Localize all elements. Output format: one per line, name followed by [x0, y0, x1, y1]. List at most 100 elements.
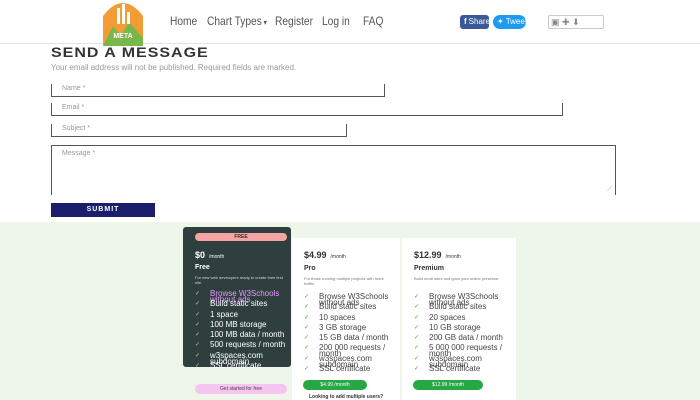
plan-name: Premium	[414, 265, 444, 272]
message-placeholder: Message *	[62, 150, 96, 157]
plan-description: Build more sites and grow your online pr…	[414, 276, 500, 281]
feature-label: SSL certificate	[319, 364, 371, 374]
twitter-icon: ✦	[497, 17, 504, 26]
check-icon: ✓	[195, 363, 201, 370]
logo-text: META	[113, 33, 132, 40]
check-icon: ✓	[414, 314, 420, 321]
form-note: Your email address will not be published…	[51, 63, 297, 72]
check-icon: ✓	[414, 355, 420, 362]
price-value: $4.99	[304, 250, 327, 260]
check-icon: ✓	[304, 294, 310, 300]
check-icon: ✓	[195, 342, 201, 349]
nav-faq[interactable]: FAQ	[363, 14, 383, 28]
email-placeholder: Email *	[62, 104, 85, 111]
feature-label: SSL certificate	[429, 364, 481, 374]
chevron-down-icon: ▾	[263, 18, 267, 27]
plan-description: For new web developers ready to create t…	[195, 275, 283, 285]
get-started-free-button[interactable]: Get started for free	[195, 384, 287, 394]
check-icon: ✓	[304, 366, 310, 373]
nav-home[interactable]: Home	[170, 14, 197, 28]
submit-button[interactable]: SUBMIT	[51, 203, 155, 217]
downvote-icon[interactable]: ⬇	[570, 17, 580, 27]
plan-description: For those running multiple projects with…	[304, 276, 384, 286]
check-icon: ✓	[195, 291, 201, 297]
name-placeholder: Name *	[62, 85, 86, 92]
feature-list: ✓ Browse W3Schools without ads ✓ Build sta…	[195, 290, 295, 373]
pro-plan-button[interactable]: $4.99 /month	[303, 380, 367, 390]
vote-widget[interactable]: ▣ ✚ ⬇	[548, 15, 604, 29]
feature-label: 100 MB storage	[210, 319, 267, 329]
facebook-share-button[interactable]: f Share	[460, 15, 491, 29]
nav-login[interactable]: Log in	[322, 14, 350, 28]
check-icon: ✓	[414, 294, 420, 300]
plan-price: $0/month	[195, 250, 224, 260]
resize-handle-icon[interactable]: ⟋	[607, 186, 612, 194]
check-icon: ✓	[414, 335, 420, 342]
nav-chart-types[interactable]: Chart Types ▾	[207, 14, 267, 28]
check-icon: ✓	[304, 335, 310, 342]
feature-label: SSL certificate	[210, 361, 262, 371]
feature-label: 1 space	[210, 309, 239, 319]
feature-label: 10 GB storage	[429, 322, 481, 332]
name-field[interactable]: Name *	[51, 84, 385, 97]
check-icon: ✓	[414, 366, 420, 373]
check-icon: ✓	[195, 311, 201, 318]
nav-chart-types-label: Chart Types	[207, 14, 262, 28]
facebook-share-label: Share	[468, 17, 491, 26]
check-icon: ✓	[195, 352, 201, 359]
feature-label: 10 spaces	[319, 312, 356, 322]
upvote-icon[interactable]: ✚	[560, 17, 570, 27]
vote-counter-icon: ▣	[551, 17, 560, 27]
plan-badge: FREE	[195, 233, 287, 241]
feature-item: ✓ SSL certificate	[195, 361, 295, 373]
tweet-button[interactable]: ✦ Tweet	[493, 15, 528, 29]
feature-list: ✓ Browse W3Schools without ads ✓ Build sta…	[414, 293, 514, 376]
plan-price: $4.99/month	[304, 250, 346, 260]
feature-label: 15 GB data / month	[319, 333, 389, 343]
subject-field[interactable]: Subject *	[51, 124, 347, 137]
price-value: $12.99	[414, 250, 442, 260]
plan-card-premium: $12.99/month Premium Build more sites an…	[402, 238, 516, 400]
premium-plan-button[interactable]: $12.99 /month	[413, 380, 483, 390]
plan-card-pro: $4.99/month Pro For those running multip…	[292, 238, 400, 400]
feature-item: ✓ SSL certificate	[304, 364, 404, 376]
check-icon: ✓	[304, 324, 310, 331]
check-icon: ✓	[195, 332, 201, 339]
price-period: /month	[330, 254, 346, 260]
feature-label: 20 spaces	[429, 312, 466, 322]
feature-item: ✓ SSL certificate	[414, 364, 514, 376]
meta-logo[interactable]: META	[97, 0, 149, 46]
feature-label: 500 requests / month	[210, 340, 286, 350]
plan-name: Free	[195, 264, 210, 271]
check-icon: ✓	[304, 304, 310, 311]
check-icon: ✓	[414, 345, 420, 352]
plan-name: Pro	[304, 265, 316, 272]
multiple-users-link[interactable]: Looking to add multiple users?	[309, 394, 383, 400]
feature-label: 200 GB data / month	[429, 333, 503, 343]
feature-label: 3 GB storage	[319, 322, 367, 332]
feature-label: Build static sites	[319, 302, 377, 312]
check-icon: ✓	[195, 301, 201, 308]
nav-register[interactable]: Register	[275, 14, 313, 28]
check-icon: ✓	[304, 314, 310, 321]
check-icon: ✓	[195, 321, 201, 328]
check-icon: ✓	[304, 345, 310, 352]
plan-price: $12.99/month	[414, 250, 461, 260]
check-icon: ✓	[304, 355, 310, 362]
check-icon: ✓	[414, 324, 420, 331]
feature-label: 100 MB data / month	[210, 330, 285, 340]
message-textarea[interactable]: Message * ⟋	[51, 145, 616, 195]
feature-label: Build static sites	[429, 302, 487, 312]
tweet-label: Tweet	[505, 17, 528, 26]
plan-card-free: FREE $0/month Free For new web developer…	[183, 227, 291, 370]
subject-placeholder: Subject *	[62, 125, 91, 132]
price-period: /month	[209, 254, 225, 260]
check-icon: ✓	[414, 304, 420, 311]
price-period: /month	[445, 254, 461, 260]
feature-label: Build static sites	[210, 299, 268, 309]
price-value: $0	[195, 250, 206, 260]
top-nav: META Home Chart Types ▾ Register Log in F…	[0, 0, 700, 46]
email-field[interactable]: Email *	[51, 103, 563, 116]
feature-list: ✓ Browse W3Schools without ads ✓ Build sta…	[304, 293, 404, 376]
form-title: SEND A MESSAGE	[51, 46, 209, 61]
